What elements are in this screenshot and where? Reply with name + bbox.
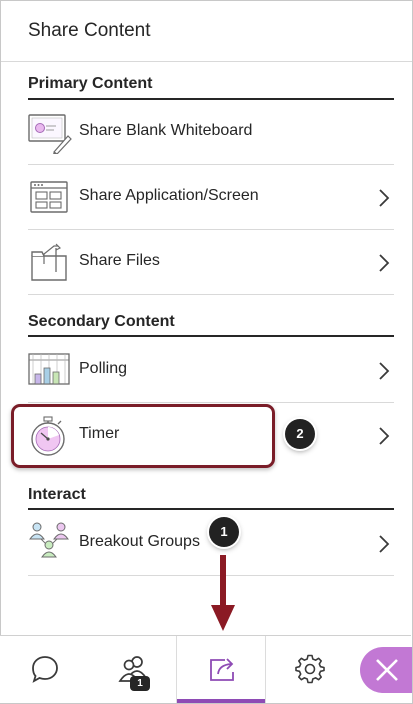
application-screen-icon: [28, 177, 70, 219]
settings-gear-icon: [295, 654, 325, 684]
timer-highlight-box: [11, 404, 275, 468]
tab-settings[interactable]: [265, 636, 353, 703]
panel-header: Share Content: [1, 1, 412, 62]
chevron-right-icon: [379, 535, 390, 553]
down-arrow-icon: [211, 555, 235, 631]
share-content-icon: [210, 658, 234, 681]
share-application-screen-item[interactable]: Share Application/Screen: [28, 165, 394, 229]
section-rule: [28, 335, 394, 337]
close-button[interactable]: [360, 647, 412, 693]
chevron-right-icon: [379, 427, 390, 445]
step-2-badge: 2: [285, 419, 315, 449]
whiteboard-icon: [28, 112, 72, 155]
attendee-count-badge: 1: [130, 676, 150, 691]
files-folder-icon: [28, 242, 70, 284]
bottom-tab-bar: 1: [0, 635, 411, 703]
polling-chart-icon: [28, 350, 70, 392]
chevron-right-icon: [379, 362, 390, 380]
step-1-badge: 1: [209, 517, 239, 547]
share-content-panel: Share Content Primary Content Share Blan…: [0, 0, 413, 704]
breakout-groups-icon: [28, 522, 70, 565]
tab-attendees[interactable]: 1: [88, 636, 176, 703]
section-title-secondary: Secondary Content: [28, 313, 175, 330]
section-title-primary: Primary Content: [28, 75, 153, 92]
share-blank-whiteboard-item[interactable]: Share Blank Whiteboard: [28, 100, 394, 164]
row-label: Share Files: [79, 252, 160, 269]
section-title-interact: Interact: [28, 486, 86, 503]
section-rule: [28, 508, 394, 510]
page-title: Share Content: [28, 20, 151, 41]
row-divider: [28, 294, 394, 295]
share-files-item[interactable]: Share Files: [28, 230, 394, 294]
chevron-right-icon: [379, 189, 390, 207]
row-label: Share Blank Whiteboard: [79, 122, 253, 139]
tab-share-content[interactable]: [176, 636, 266, 703]
chevron-right-icon: [379, 254, 390, 272]
row-label: Polling: [79, 360, 128, 377]
row-label: Share Application/Screen: [79, 187, 259, 204]
row-label: Breakout Groups: [79, 533, 200, 550]
polling-item[interactable]: Polling: [28, 338, 394, 402]
tab-chat[interactable]: [0, 636, 88, 703]
chat-bubble-icon: [32, 656, 58, 683]
close-x-icon: [376, 659, 398, 681]
active-tab-indicator: [177, 699, 265, 703]
